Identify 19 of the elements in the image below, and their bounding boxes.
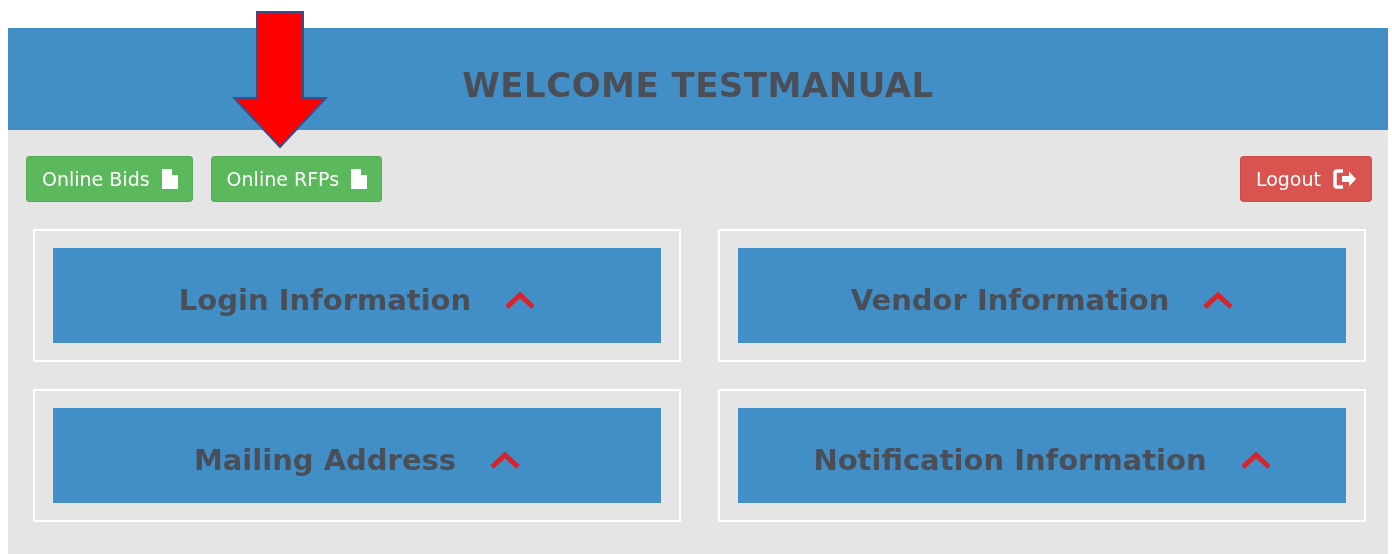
nav-button[interactable]: Online RFPs bbox=[210, 156, 383, 202]
logout-icon bbox=[1333, 169, 1357, 189]
chevron-up-icon bbox=[505, 290, 536, 309]
logout-button[interactable]: Logout bbox=[1239, 156, 1372, 202]
section-title: Mailing Address bbox=[193, 442, 457, 477]
nav-button[interactable]: Online Bids bbox=[26, 156, 193, 202]
section-header[interactable]: Login Information bbox=[53, 248, 661, 343]
chevron-up-icon bbox=[490, 450, 521, 469]
section-header[interactable]: Notification Information bbox=[738, 408, 1346, 503]
file-icon bbox=[161, 169, 178, 189]
section-header[interactable]: Vendor Information bbox=[738, 248, 1346, 343]
section-title: Notification Information bbox=[813, 442, 1207, 477]
chevron-up-icon bbox=[1240, 450, 1271, 469]
chevron-up-icon bbox=[1203, 290, 1234, 309]
section-title: Login Information bbox=[178, 282, 472, 317]
section-header[interactable]: Mailing Address bbox=[53, 408, 661, 503]
section-title: Vendor Information bbox=[850, 282, 1170, 317]
welcome-title: WELCOME TESTMANUAL bbox=[462, 65, 934, 105]
file-icon bbox=[351, 169, 368, 189]
